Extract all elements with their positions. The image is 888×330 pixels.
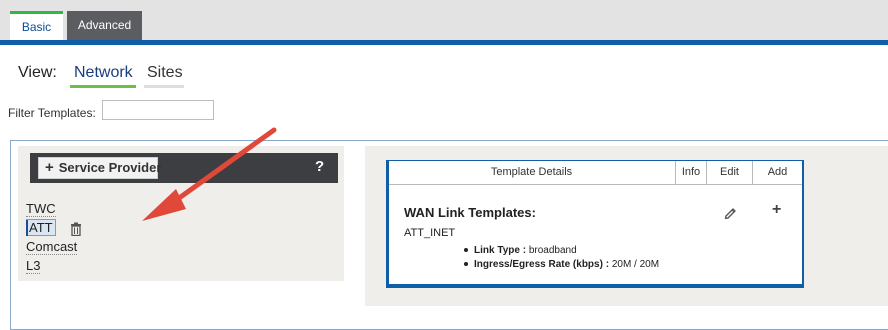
tab-advanced[interactable]: Advanced	[67, 11, 142, 40]
template-name[interactable]: ATT_INET	[404, 227, 455, 239]
bullet	[464, 248, 468, 253]
view-network-active-indicator	[70, 85, 136, 88]
tab-bar-underline	[0, 40, 888, 45]
template-details-header: Template Details	[490, 166, 573, 178]
service-provider-button-label: Service Provider	[58, 160, 162, 175]
service-provider-item-att[interactable]: ATT	[26, 219, 56, 236]
add-column-header[interactable]: Add	[752, 161, 802, 184]
add-service-provider-button[interactable]: + Service Provider	[38, 157, 161, 179]
template-details-header-row: Template Details Info Edit Add	[389, 161, 802, 185]
tab-basic[interactable]: Basic	[10, 11, 63, 40]
detail-label: Link Type :	[474, 245, 527, 256]
detail-link-type: Link Type : broadband	[464, 245, 577, 256]
view-label: View:	[18, 64, 57, 81]
detail-value: broadband	[528, 245, 577, 256]
view-option-network[interactable]: Network	[74, 64, 133, 82]
bullet	[464, 262, 468, 267]
pencil-icon[interactable]	[723, 205, 737, 219]
filter-templates-input[interactable]	[102, 100, 214, 120]
detail-value: 20M / 20M	[611, 259, 660, 270]
view-option-sites[interactable]: Sites	[147, 64, 183, 82]
selection-indicator	[26, 220, 28, 236]
wan-link-templates-title: WAN Link Templates:	[404, 205, 536, 220]
service-provider-item-comcast[interactable]: Comcast	[26, 239, 78, 255]
trash-icon[interactable]	[70, 222, 82, 236]
service-provider-item-l3[interactable]: L3	[26, 258, 41, 274]
plus-icon: +	[45, 159, 54, 176]
plus-icon[interactable]: +	[772, 201, 781, 219]
detail-rate: Ingress/Egress Rate (kbps) : 20M / 20M	[464, 259, 659, 270]
help-icon[interactable]: ?	[315, 158, 324, 175]
detail-label: Ingress/Egress Rate (kbps) :	[474, 259, 610, 270]
view-sites-indicator	[144, 85, 184, 88]
info-column-header[interactable]: Info	[675, 161, 706, 184]
filter-templates-label: Filter Templates:	[8, 106, 96, 120]
edit-column-header[interactable]: Edit	[706, 161, 752, 184]
service-provider-item-twc[interactable]: TWC	[26, 201, 56, 217]
